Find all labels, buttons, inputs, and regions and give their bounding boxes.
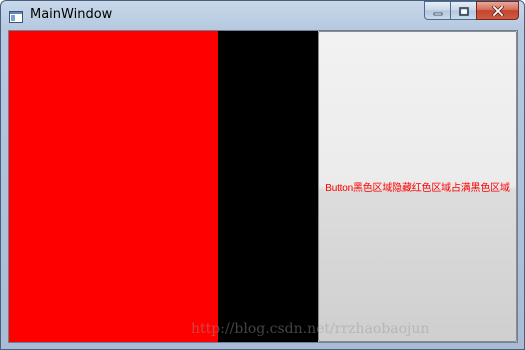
red-region [9,31,218,342]
maximize-button[interactable] [450,1,476,20]
main-window: MainWindow Button黑色区域隐藏红色区域占满黑色区域 http:/… [0,0,525,350]
demo-button-label: Button黑色区域隐藏红色区域占满黑色区域 [325,183,510,194]
minimize-button[interactable] [424,1,450,20]
window-title: MainWindow [30,7,113,22]
minimize-icon [433,1,443,20]
caption-buttons [424,1,519,20]
client-area: Button黑色区域隐藏红色区域占满黑色区域 [8,30,518,343]
black-region [218,31,318,342]
close-button[interactable] [476,1,519,20]
title-bar[interactable]: MainWindow [1,1,524,29]
maximize-icon [458,1,469,20]
window-app-icon[interactable] [9,8,23,23]
close-icon [491,1,504,20]
demo-button[interactable]: Button黑色区域隐藏红色区域占满黑色区域 [318,31,517,342]
